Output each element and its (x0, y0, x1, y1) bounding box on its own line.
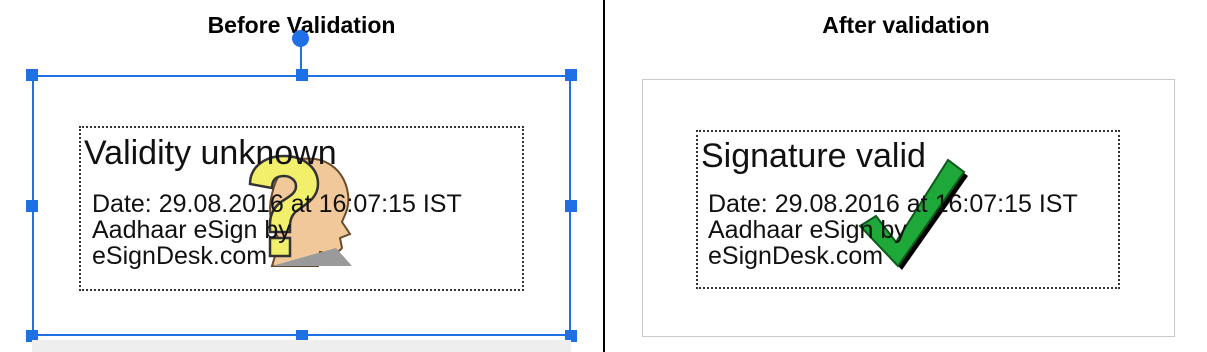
panel-divider (603, 0, 605, 352)
rotation-handle[interactable] (292, 30, 309, 47)
resize-handle-right[interactable] (565, 200, 577, 212)
signer-line-2: eSignDesk.com (92, 242, 268, 270)
signer-line-2: eSignDesk.com (708, 242, 884, 270)
signature-date-text: Date: 29.08.2016 at 16:07:15 IST (708, 190, 1078, 218)
resize-handle-top[interactable] (296, 69, 308, 81)
signature-status-text: Validity unknown (84, 134, 337, 172)
page-bottom-strip (32, 340, 571, 352)
signer-line-1: Aadhaar eSign by (708, 216, 907, 244)
resize-handle-top-left[interactable] (26, 69, 38, 81)
resize-handle-top-right[interactable] (565, 69, 577, 81)
signer-line-1: Aadhaar eSign by (92, 216, 291, 244)
signature-date-text: Date: 29.08.2016 at 16:07:15 IST (92, 190, 462, 218)
resize-handle-left[interactable] (26, 200, 38, 212)
signature-status-text: Signature valid (701, 137, 926, 175)
after-validation-title: After validation (822, 12, 990, 38)
